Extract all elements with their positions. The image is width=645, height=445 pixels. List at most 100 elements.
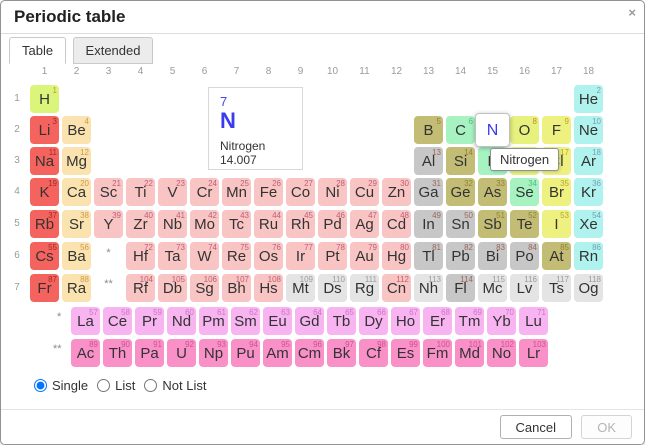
cancel-button[interactable]: Cancel <box>500 415 572 439</box>
element-lv[interactable]: 116Lv <box>510 274 539 302</box>
element-v[interactable]: 23V <box>158 178 187 206</box>
element-ca[interactable]: 20Ca <box>62 178 91 206</box>
element-bk[interactable]: 97Bk <box>327 339 356 367</box>
element-kr[interactable]: 36Kr <box>574 178 603 206</box>
element-zn[interactable]: 30Zn <box>382 178 411 206</box>
element-po[interactable]: 84Po <box>510 242 539 270</box>
element-y[interactable]: 39Y <box>94 210 123 238</box>
element-hg[interactable]: 80Hg <box>382 242 411 270</box>
element-fl[interactable]: 114Fl <box>446 274 475 302</box>
element-na[interactable]: 11Na <box>30 147 59 175</box>
element-i[interactable]: 53I <box>542 210 571 238</box>
element-pu[interactable]: 94Pu <box>231 339 260 367</box>
element-mc[interactable]: 115Mc <box>478 274 507 302</box>
element-og[interactable]: 118Og <box>574 274 603 302</box>
element-re[interactable]: 75Re <box>222 242 251 270</box>
tab-extended[interactable]: Extended <box>73 37 154 64</box>
element-ti[interactable]: 22Ti <box>126 178 155 206</box>
element-db[interactable]: 105Db <box>158 274 187 302</box>
element-pm[interactable]: 61Pm <box>199 307 228 335</box>
element-tc[interactable]: 43Tc <box>222 210 251 238</box>
element-eu[interactable]: 63Eu <box>263 307 292 335</box>
element-cf[interactable]: 98Cf <box>359 339 388 367</box>
element-ir[interactable]: 77Ir <box>286 242 315 270</box>
element-rn[interactable]: 86Rn <box>574 242 603 270</box>
radio-list-input[interactable] <box>97 379 110 392</box>
element-li[interactable]: 3Li <box>30 116 59 144</box>
element-pd[interactable]: 46Pd <box>318 210 347 238</box>
element-tb[interactable]: 65Tb <box>327 307 356 335</box>
element-sg[interactable]: 106Sg <box>190 274 219 302</box>
element-er[interactable]: 68Er <box>423 307 452 335</box>
element-hs[interactable]: 108Hs <box>254 274 283 302</box>
element-ds[interactable]: 110Ds <box>318 274 347 302</box>
element-ga[interactable]: 31Ga <box>414 178 443 206</box>
element-mo[interactable]: 42Mo <box>190 210 219 238</box>
element-h[interactable]: 1H <box>30 85 59 113</box>
element-ts[interactable]: 117Ts <box>542 274 571 302</box>
element-rg[interactable]: 111Rg <box>350 274 379 302</box>
element-am[interactable]: 95Am <box>263 339 292 367</box>
element-si[interactable]: 14Si <box>446 147 475 175</box>
element-al[interactable]: 13Al <box>414 147 443 175</box>
element-au[interactable]: 79Au <box>350 242 379 270</box>
radio-single[interactable]: Single <box>34 378 88 393</box>
element-gd[interactable]: 64Gd <box>295 307 324 335</box>
element-ag[interactable]: 47Ag <box>350 210 379 238</box>
element-he[interactable]: 2He <box>574 85 603 113</box>
element-th[interactable]: 90Th <box>103 339 132 367</box>
element-ac[interactable]: 89Ac <box>71 339 100 367</box>
element-sm[interactable]: 62Sm <box>231 307 260 335</box>
element-ru[interactable]: 44Ru <box>254 210 283 238</box>
element-sb[interactable]: 51Sb <box>478 210 507 238</box>
element-rb[interactable]: 37Rb <box>30 210 59 238</box>
element-nd[interactable]: 60Nd <box>167 307 196 335</box>
element-mt[interactable]: 109Mt <box>286 274 315 302</box>
element-ni[interactable]: 28Ni <box>318 178 347 206</box>
element-be[interactable]: 4Be <box>62 116 91 144</box>
element-at[interactable]: 85At <box>542 242 571 270</box>
element-c[interactable]: 6C <box>446 116 475 144</box>
element-es[interactable]: 99Es <box>391 339 420 367</box>
element-ra[interactable]: 88Ra <box>62 274 91 302</box>
element-co[interactable]: 27Co <box>286 178 315 206</box>
element-n[interactable]: 7N <box>475 113 510 147</box>
element-fe[interactable]: 26Fe <box>254 178 283 206</box>
element-pr[interactable]: 59Pr <box>135 307 164 335</box>
element-lr[interactable]: 103Lr <box>519 339 548 367</box>
element-os[interactable]: 76Os <box>254 242 283 270</box>
element-f[interactable]: 9F <box>542 116 571 144</box>
element-zr[interactable]: 40Zr <box>126 210 155 238</box>
element-ho[interactable]: 67Ho <box>391 307 420 335</box>
element-rh[interactable]: 45Rh <box>286 210 315 238</box>
element-ba[interactable]: 56Ba <box>62 242 91 270</box>
element-lu[interactable]: 71Lu <box>519 307 548 335</box>
element-o[interactable]: 8O <box>510 116 539 144</box>
radio-list[interactable]: List <box>97 378 135 393</box>
element-sr[interactable]: 38Sr <box>62 210 91 238</box>
element-ta[interactable]: 73Ta <box>158 242 187 270</box>
element-np[interactable]: 93Np <box>199 339 228 367</box>
element-cs[interactable]: 55Cs <box>30 242 59 270</box>
element-te[interactable]: 52Te <box>510 210 539 238</box>
element-no[interactable]: 102No <box>487 339 516 367</box>
element-in[interactable]: 49In <box>414 210 443 238</box>
element-mn[interactable]: 25Mn <box>222 178 251 206</box>
element-dy[interactable]: 66Dy <box>359 307 388 335</box>
element-bi[interactable]: 83Bi <box>478 242 507 270</box>
element-md[interactable]: 101Md <box>455 339 484 367</box>
element-ce[interactable]: 58Ce <box>103 307 132 335</box>
element-tl[interactable]: 81Tl <box>414 242 443 270</box>
element-hf[interactable]: 72Hf <box>126 242 155 270</box>
tab-table[interactable]: Table <box>9 37 66 64</box>
close-icon[interactable]: × <box>628 5 636 20</box>
element-ar[interactable]: 18Ar <box>574 147 603 175</box>
element-nh[interactable]: 113Nh <box>414 274 443 302</box>
element-rf[interactable]: 104Rf <box>126 274 155 302</box>
element-as[interactable]: 33As <box>478 178 507 206</box>
element-ne[interactable]: 10Ne <box>574 116 603 144</box>
element-fm[interactable]: 100Fm <box>423 339 452 367</box>
element-k[interactable]: 19K <box>30 178 59 206</box>
element-cm[interactable]: 96Cm <box>295 339 324 367</box>
radio-not-list-input[interactable] <box>144 379 157 392</box>
